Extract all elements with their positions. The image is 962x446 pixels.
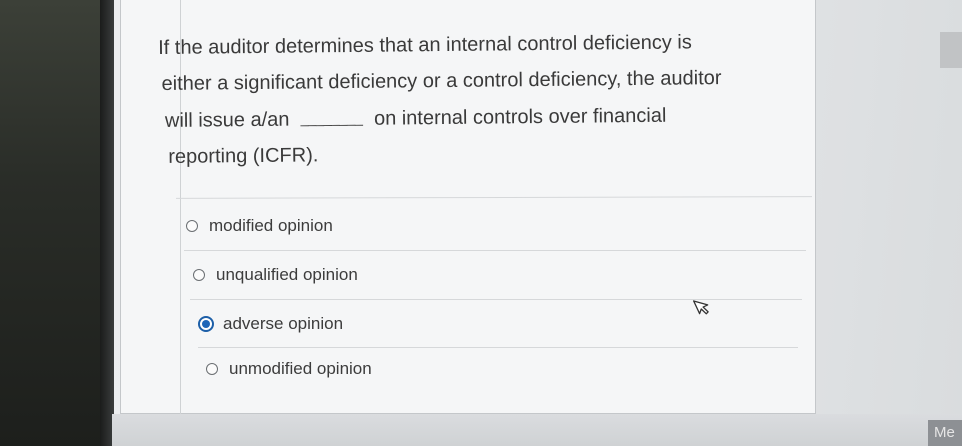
hand-pointer-icon bbox=[693, 300, 709, 315]
question-text-segment: will issue a/an bbox=[164, 108, 290, 132]
fill-in-blank: ________ bbox=[300, 109, 363, 127]
answer-option-label: modified opinion bbox=[209, 216, 333, 235]
radio-button-icon[interactable] bbox=[206, 363, 218, 375]
answer-option-label: unmodified opinion bbox=[229, 359, 372, 378]
radio-button-icon[interactable] bbox=[186, 220, 198, 232]
radio-button-icon[interactable] bbox=[193, 269, 205, 281]
question-text: If the auditor determines that an intern… bbox=[158, 23, 809, 175]
scrollbar-thumb[interactable] bbox=[940, 32, 962, 68]
corner-button-label: Me bbox=[934, 424, 955, 441]
monitor-bezel bbox=[0, 0, 112, 446]
answer-option-unqualified-opinion[interactable]: unqualified opinion bbox=[193, 265, 358, 285]
answer-option-modified-opinion[interactable]: modified opinion bbox=[186, 216, 333, 236]
divider bbox=[198, 347, 798, 348]
answer-option-unmodified-opinion[interactable]: unmodified opinion bbox=[206, 359, 372, 379]
answer-option-label: unqualified opinion bbox=[216, 265, 358, 284]
page-bottom-area bbox=[112, 414, 962, 446]
question-text-segment: on internal controls over financial bbox=[373, 104, 667, 130]
screen: If the auditor determines that an intern… bbox=[0, 0, 962, 446]
answer-option-label: adverse opinion bbox=[223, 314, 344, 333]
question-line: either a significant deficiency or a con… bbox=[161, 67, 722, 95]
divider bbox=[184, 250, 806, 251]
radio-button-selected-icon[interactable] bbox=[198, 316, 214, 332]
answer-option-adverse-opinion[interactable]: adverse opinion bbox=[198, 314, 343, 334]
monitor-edge bbox=[100, 0, 114, 446]
question-line: reporting (ICFR). bbox=[168, 144, 319, 168]
